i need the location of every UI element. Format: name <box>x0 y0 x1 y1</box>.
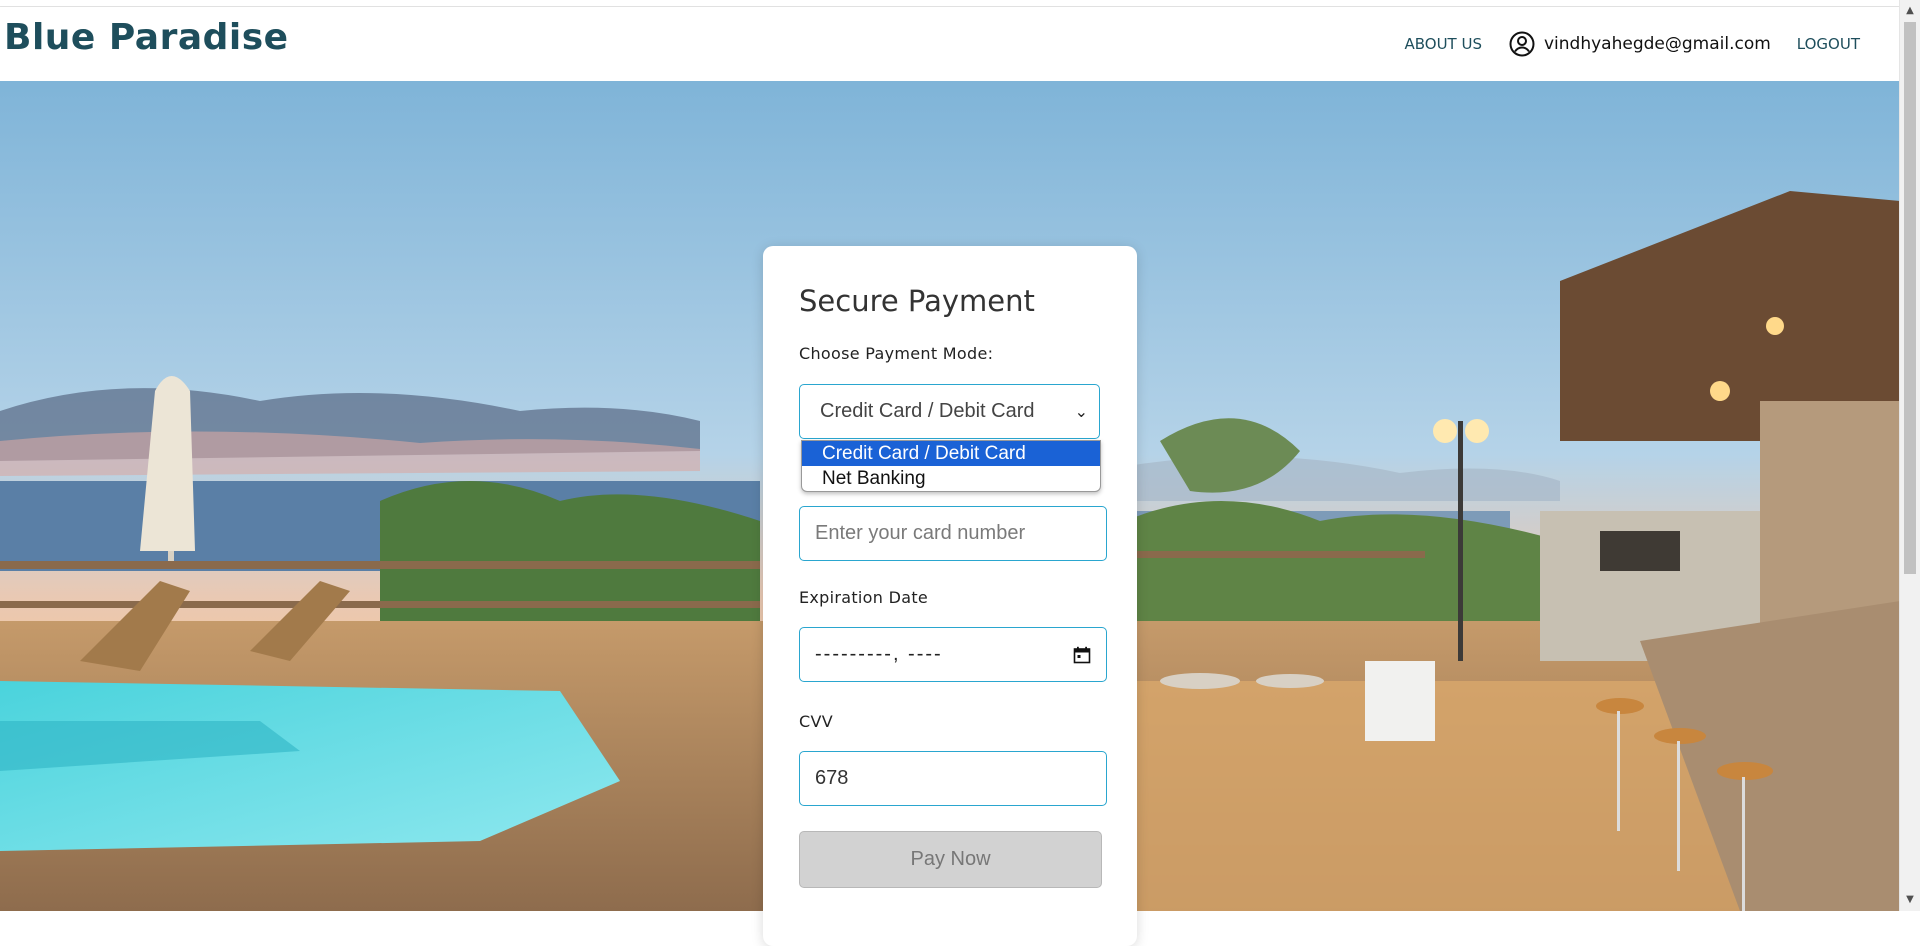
dropdown-option-credit-card[interactable]: Credit Card / Debit Card <box>802 441 1100 466</box>
payment-title: Secure Payment <box>799 284 1035 318</box>
scrollbar-thumb[interactable] <box>1904 22 1916 574</box>
card-number-input[interactable]: Enter your card number <box>799 506 1107 561</box>
nav-actions: ABOUT US vindhyahegde@gmail.com LOGOUT <box>1404 27 1860 61</box>
user-email: vindhyahegde@gmail.com <box>1543 34 1771 54</box>
expiration-date-label: Expiration Date <box>799 588 929 607</box>
navbar: Blue Paradise ABOUT US vindhyahegde@gmai… <box>0 7 1900 81</box>
scroll-down-arrow-icon[interactable]: ▼ <box>1900 891 1920 909</box>
user-circle-icon <box>1509 31 1535 57</box>
browser-top-line <box>0 0 1900 7</box>
page-scrollbar[interactable]: ▲ ▼ <box>1899 0 1920 911</box>
user-menu[interactable]: vindhyahegde@gmail.com <box>1508 30 1771 58</box>
payment-mode-label: Choose Payment Mode: <box>799 344 994 363</box>
logout-link[interactable]: LOGOUT <box>1797 35 1860 53</box>
calendar-icon[interactable] <box>1073 646 1091 664</box>
cvv-label: CVV <box>799 712 833 731</box>
payment-mode-select[interactable]: Credit Card / Debit Card ⌄ <box>799 384 1100 439</box>
cvv-input[interactable]: 678 <box>799 751 1107 806</box>
pay-now-button[interactable]: Pay Now <box>799 831 1102 888</box>
brand-logo[interactable]: Blue Paradise <box>4 17 289 58</box>
payment-card: Secure Payment Choose Payment Mode: Cred… <box>763 246 1137 946</box>
chevron-down-icon: ⌄ <box>1074 403 1088 421</box>
payment-mode-value: Credit Card / Debit Card <box>820 400 1035 422</box>
dropdown-option-net-banking[interactable]: Net Banking <box>802 466 1100 491</box>
expiration-date-input[interactable]: ---------, ---- <box>799 627 1107 682</box>
payment-mode-dropdown: Credit Card / Debit Card Net Banking <box>801 440 1101 492</box>
expiration-date-value: ---------, ---- <box>815 643 943 665</box>
scroll-up-arrow-icon[interactable]: ▲ <box>1900 2 1920 20</box>
about-us-link[interactable]: ABOUT US <box>1404 35 1482 53</box>
